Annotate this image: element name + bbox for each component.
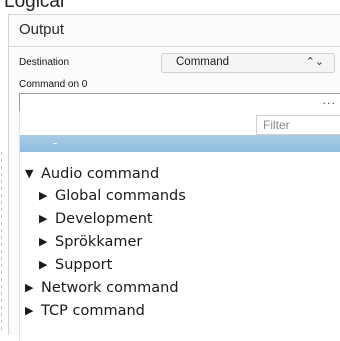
command-label: Command on 0 — [19, 79, 88, 90]
triangle-right-icon[interactable]: ▶ — [25, 304, 41, 317]
tree-node-development[interactable]: ▶ Development — [39, 211, 153, 233]
selected-list-item[interactable]: - — [20, 135, 340, 152]
triangle-right-icon[interactable]: ▶ — [39, 235, 55, 248]
tree-node-global-commands[interactable]: ▶ Global commands — [39, 188, 186, 210]
tree-node-sprokkamer[interactable]: ▶ Sprökkamer — [39, 234, 142, 256]
command-input[interactable]: ... — [19, 93, 340, 112]
tree-node-tcp-command[interactable]: ▶ TCP command — [25, 303, 145, 325]
up-down-chevron-icon: ⌃⌄ — [305, 56, 324, 68]
tree-node-audio-command[interactable]: ▼ Audio command — [25, 166, 159, 188]
filter-input[interactable]: Filter — [256, 115, 340, 135]
tree-node-support[interactable]: ▶ Support — [39, 257, 112, 279]
splitter-handle[interactable] — [0, 150, 3, 330]
destination-value: Command — [176, 56, 230, 68]
tree-node-network-command[interactable]: ▶ Network command — [25, 280, 179, 302]
destination-select[interactable]: Command ⌃⌄ — [161, 53, 335, 73]
command-chooser: Filter - ▼ Audio command ▶ Global commands… — [19, 111, 340, 341]
browse-button[interactable]: ... — [323, 94, 337, 107]
section-header-partial: Logical — [4, 0, 65, 12]
output-panel: Output Destination Command ⌃⌄ Command on… — [8, 14, 340, 341]
destination-label: Destination — [19, 57, 70, 68]
selected-item-label: - — [53, 136, 58, 150]
triangle-right-icon[interactable]: ▶ — [39, 258, 55, 271]
section-title: Output — [19, 21, 65, 38]
triangle-right-icon[interactable]: ▶ — [25, 281, 41, 294]
triangle-down-icon[interactable]: ▼ — [25, 167, 41, 180]
divider — [9, 46, 340, 47]
triangle-right-icon[interactable]: ▶ — [39, 189, 55, 202]
triangle-right-icon[interactable]: ▶ — [39, 212, 55, 225]
